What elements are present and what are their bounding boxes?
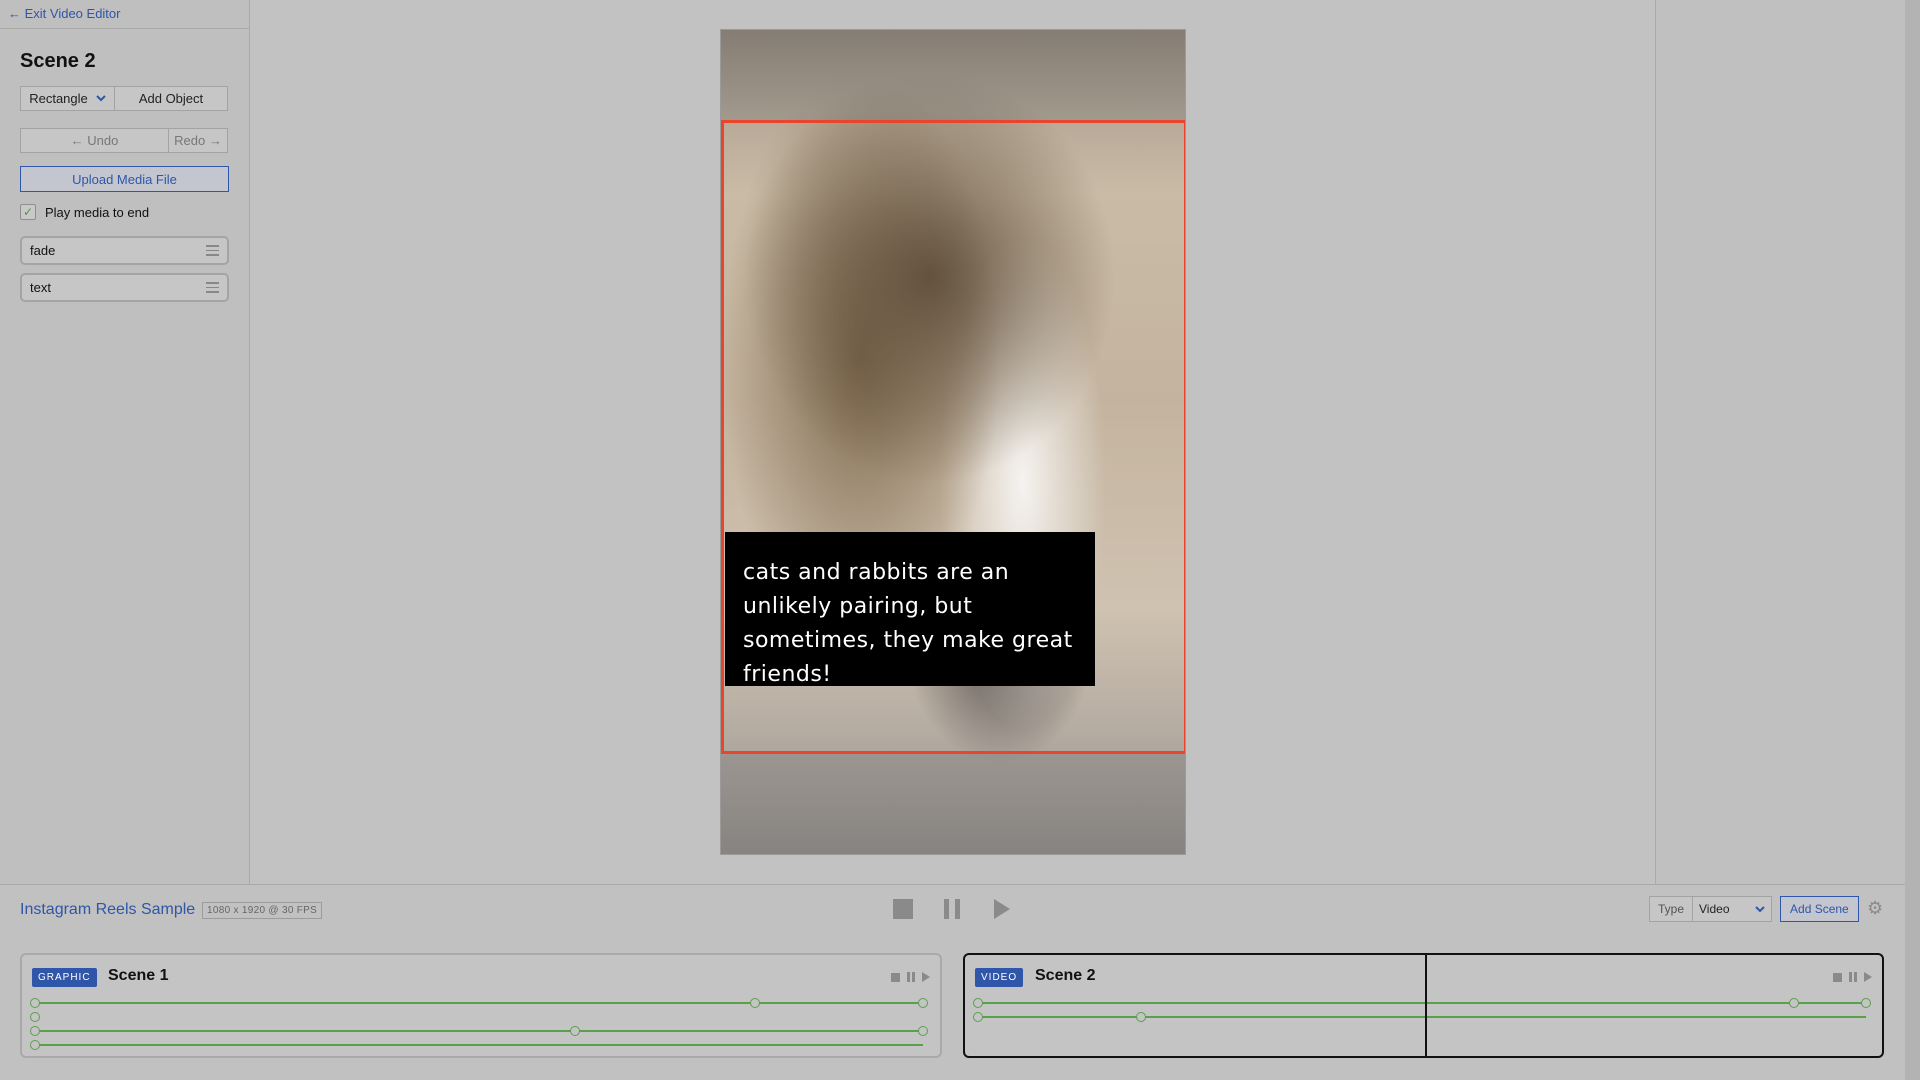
caption-text-object[interactable]: cats and rabbits are an unlikely pairing…	[725, 532, 1095, 687]
add-scene-button[interactable]: Add Scene	[1780, 896, 1859, 922]
keyframe-handle[interactable]	[570, 1026, 580, 1036]
properties-panel	[1655, 0, 1905, 884]
object-item-fade[interactable]: fade	[20, 236, 229, 265]
play-icon[interactable]	[1864, 972, 1872, 982]
exit-video-editor-link[interactable]: ← Exit Video Editor	[8, 6, 120, 21]
undo-button[interactable]: ← Undo	[21, 129, 169, 152]
chevron-down-icon	[1755, 905, 1765, 912]
object-item-label: fade	[30, 243, 56, 258]
play-icon[interactable]	[994, 899, 1010, 919]
scene-card-2[interactable]: VIDEO Scene 2	[963, 953, 1884, 1058]
keyframe-handle[interactable]	[973, 998, 983, 1008]
keyframe-handle[interactable]	[1136, 1012, 1146, 1022]
gear-icon[interactable]: ⚙	[1867, 898, 1883, 919]
keyframe-handle[interactable]	[918, 998, 928, 1008]
keyframe-handle[interactable]	[30, 998, 40, 1008]
stop-icon[interactable]	[1833, 972, 1842, 982]
object-item-text[interactable]: text	[20, 273, 229, 302]
play-media-to-end-checkbox[interactable]: ✓	[20, 204, 36, 220]
keyframe-handle[interactable]	[1789, 998, 1799, 1008]
scene-card-1[interactable]: GRAPHIC Scene 1	[20, 953, 942, 1058]
pause-icon[interactable]	[944, 899, 960, 919]
divider	[0, 28, 250, 29]
add-object-group: Rectangle Add Object	[20, 86, 228, 111]
undo-redo-group: ← Undo Redo →	[20, 128, 228, 153]
timeline-track[interactable]	[973, 998, 1871, 1008]
stop-icon[interactable]	[893, 899, 913, 919]
playhead[interactable]	[1425, 955, 1427, 1056]
pause-icon[interactable]	[1849, 972, 1857, 982]
timeline-track[interactable]	[973, 1012, 1866, 1022]
keyframe-handle[interactable]	[973, 1012, 983, 1022]
timeline-track[interactable]	[30, 1026, 928, 1036]
canvas-outside-area	[721, 30, 1185, 120]
scene-type-badge: GRAPHIC	[32, 968, 97, 987]
add-object-button[interactable]: Add Object	[115, 87, 227, 110]
keyframe-handle[interactable]	[30, 1012, 40, 1022]
video-canvas[interactable]: cats and rabbits are an unlikely pairing…	[720, 29, 1186, 855]
shape-select[interactable]: Rectangle	[21, 87, 115, 110]
play-media-to-end-row: ✓ Play media to end	[20, 204, 149, 220]
redo-button[interactable]: Redo →	[169, 129, 227, 152]
keyframe-handle[interactable]	[30, 1026, 40, 1036]
stop-icon[interactable]	[891, 972, 900, 982]
project-format-badge: 1080 x 1920 @ 30 FPS	[202, 902, 323, 919]
project-name[interactable]: Instagram Reels Sample	[20, 901, 195, 919]
play-media-to-end-label: Play media to end	[45, 204, 150, 220]
drag-handle-icon[interactable]	[206, 282, 219, 293]
drag-handle-icon[interactable]	[206, 245, 219, 256]
scene-name: Scene 1	[108, 967, 169, 984]
timeline-track[interactable]	[30, 998, 928, 1008]
scene-timeline: GRAPHIC Scene 1 VIDEO Scene 2	[0, 934, 1905, 1080]
timeline-track[interactable]	[30, 1040, 923, 1050]
shape-select-value: Rectangle	[29, 91, 88, 106]
scene-name: Scene 2	[1035, 967, 1096, 984]
type-select-value: Video	[1699, 902, 1730, 916]
project-bar: Instagram Reels Sample 1080 x 1920 @ 30 …	[0, 884, 1905, 934]
scrollbar[interactable]	[1905, 0, 1920, 1080]
canvas-outside-area	[721, 754, 1185, 854]
caption-text: cats and rabbits are an unlikely pairing…	[743, 560, 1073, 687]
scene-playback-controls	[1833, 972, 1872, 982]
play-icon[interactable]	[922, 972, 930, 982]
keyframe-handle[interactable]	[1861, 998, 1871, 1008]
add-scene-group: Type Video Add Scene	[1649, 896, 1859, 922]
object-item-label: text	[30, 280, 51, 295]
keyframe-handle[interactable]	[30, 1040, 40, 1050]
keyframe-handle[interactable]	[750, 998, 760, 1008]
type-label: Type	[1649, 896, 1694, 922]
scene-editor-panel: ← Exit Video Editor Scene 2 Rectangle Ad…	[0, 0, 250, 884]
keyframe-handle[interactable]	[918, 1026, 928, 1036]
scene-playback-controls	[891, 972, 930, 982]
chevron-down-icon	[96, 95, 106, 102]
pause-icon[interactable]	[907, 972, 915, 982]
upload-media-button[interactable]: Upload Media File	[20, 166, 229, 192]
type-select[interactable]: Video	[1693, 896, 1773, 922]
scene-title: Scene 2	[20, 50, 96, 72]
scene-type-badge: VIDEO	[975, 968, 1024, 987]
